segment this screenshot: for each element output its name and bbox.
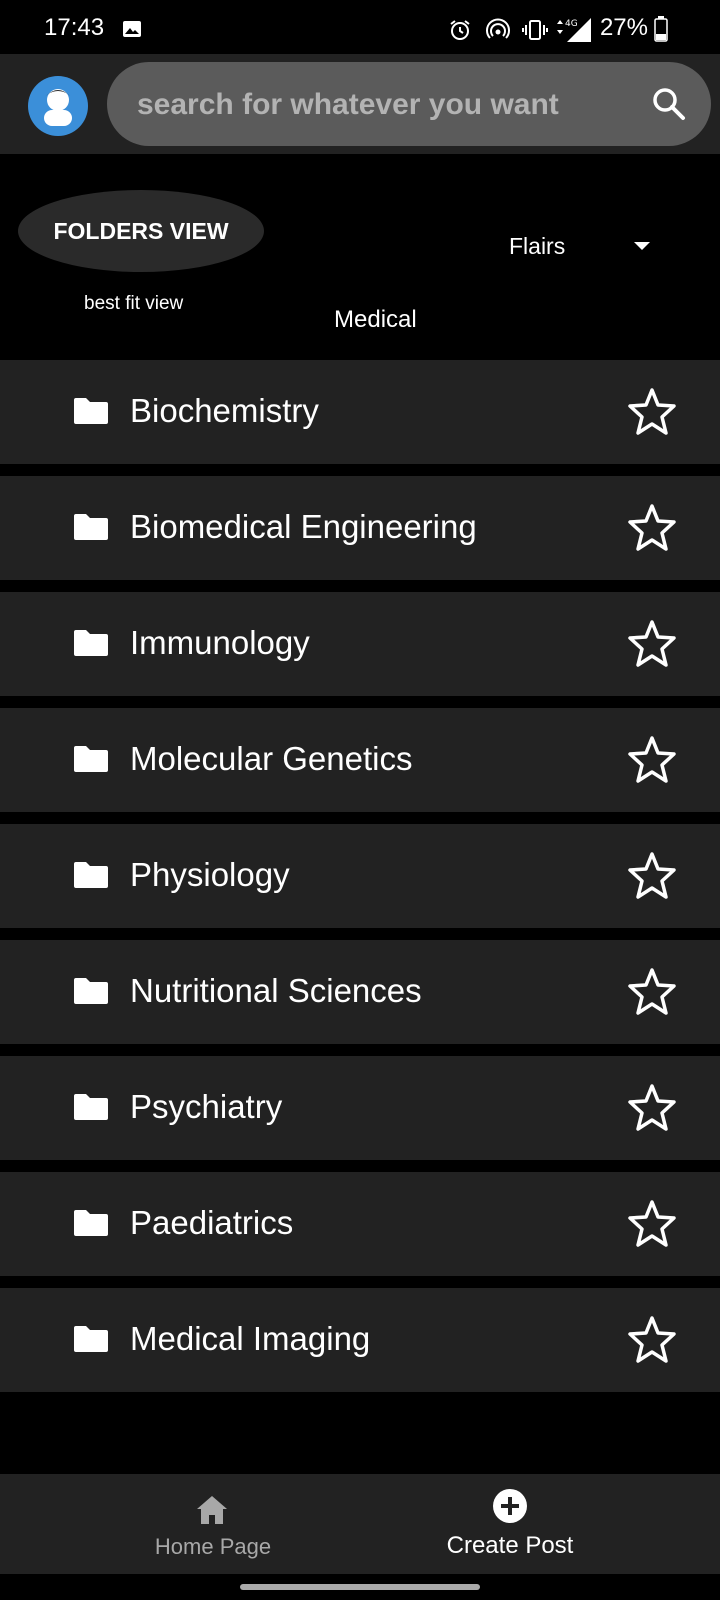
home-icon [197,1496,227,1524]
folder-name: Immunology [130,624,310,661]
app-bar [0,54,720,154]
folder-row-biochemistry[interactable]: Biochemistry [0,360,720,464]
flairs-dropdown-label[interactable]: Flairs [509,233,565,260]
star-icon[interactable] [626,734,678,786]
folder-name: Psychiatry [130,1088,283,1125]
star-icon[interactable] [626,1082,678,1134]
star-icon[interactable] [626,1198,678,1250]
best-fit-view-button[interactable]: best fit view [84,293,183,315]
folder-icon [74,1094,108,1120]
folder-icon [74,1210,108,1236]
bottom-nav: Home Page Create Post [0,1474,720,1574]
star-icon[interactable] [626,502,678,554]
nav-home-page[interactable]: Home Page [0,1474,360,1574]
search-bar [107,62,711,148]
vibrate-icon [522,20,548,40]
folder-name: Biomedical Engineering [130,508,477,545]
folder-row-paediatrics[interactable]: Paediatrics [0,1172,720,1276]
folder-icon [74,514,108,540]
battery-icon [654,16,668,42]
add-circle-icon [493,1489,527,1523]
folder-name: Medical Imaging [130,1320,371,1357]
folder-name: Nutritional Sciences [130,972,422,1009]
search-input[interactable] [135,62,639,148]
folder-icon [74,862,108,888]
nav-create-post[interactable]: Create Post [360,1474,720,1574]
folder-row-physiology[interactable]: Physiology [0,824,720,928]
folder-row-biomedical-engineering[interactable]: Biomedical Engineering [0,476,720,580]
alarm-icon [450,20,470,40]
folder-name: Molecular Genetics [130,740,413,777]
folders-view-button[interactable]: FOLDERS VIEW [18,190,264,272]
star-icon[interactable] [626,966,678,1018]
dropdown-arrow-icon[interactable] [632,240,652,252]
avatar-icon[interactable] [28,76,88,136]
nav-create-label: Create Post [446,1532,574,1559]
gesture-bar[interactable] [240,1584,480,1590]
selected-flair: Medical [334,306,417,333]
status-time: 17:43 [44,14,105,41]
folder-row-psychiatry[interactable]: Psychiatry [0,1056,720,1160]
star-icon[interactable] [626,1314,678,1366]
star-icon[interactable] [626,850,678,902]
hotspot-icon [486,18,510,39]
status-bar: 17:43 4G 27% [0,0,720,54]
network-type: 4G [565,19,578,29]
star-icon[interactable] [626,386,678,438]
image-icon [123,21,141,37]
signal-icon: 4G [557,18,591,42]
search-icon[interactable] [651,86,687,122]
folder-row-medical-imaging[interactable]: Medical Imaging [0,1288,720,1392]
folder-row-immunology[interactable]: Immunology [0,592,720,696]
folder-row-molecular-genetics[interactable]: Molecular Genetics [0,708,720,812]
folder-icon [74,398,108,424]
folder-icon [74,746,108,772]
folder-list: Biochemistry Biomedical Engineering Immu… [0,360,720,1404]
folder-icon [74,978,108,1004]
folder-name: Physiology [130,856,290,893]
star-icon[interactable] [626,618,678,670]
folder-name: Biochemistry [130,392,319,429]
folder-row-nutritional-sciences[interactable]: Nutritional Sciences [0,940,720,1044]
folder-name: Paediatrics [130,1204,294,1241]
folder-icon [74,630,108,656]
battery-percent: 27% [599,14,648,41]
folder-icon [74,1326,108,1352]
